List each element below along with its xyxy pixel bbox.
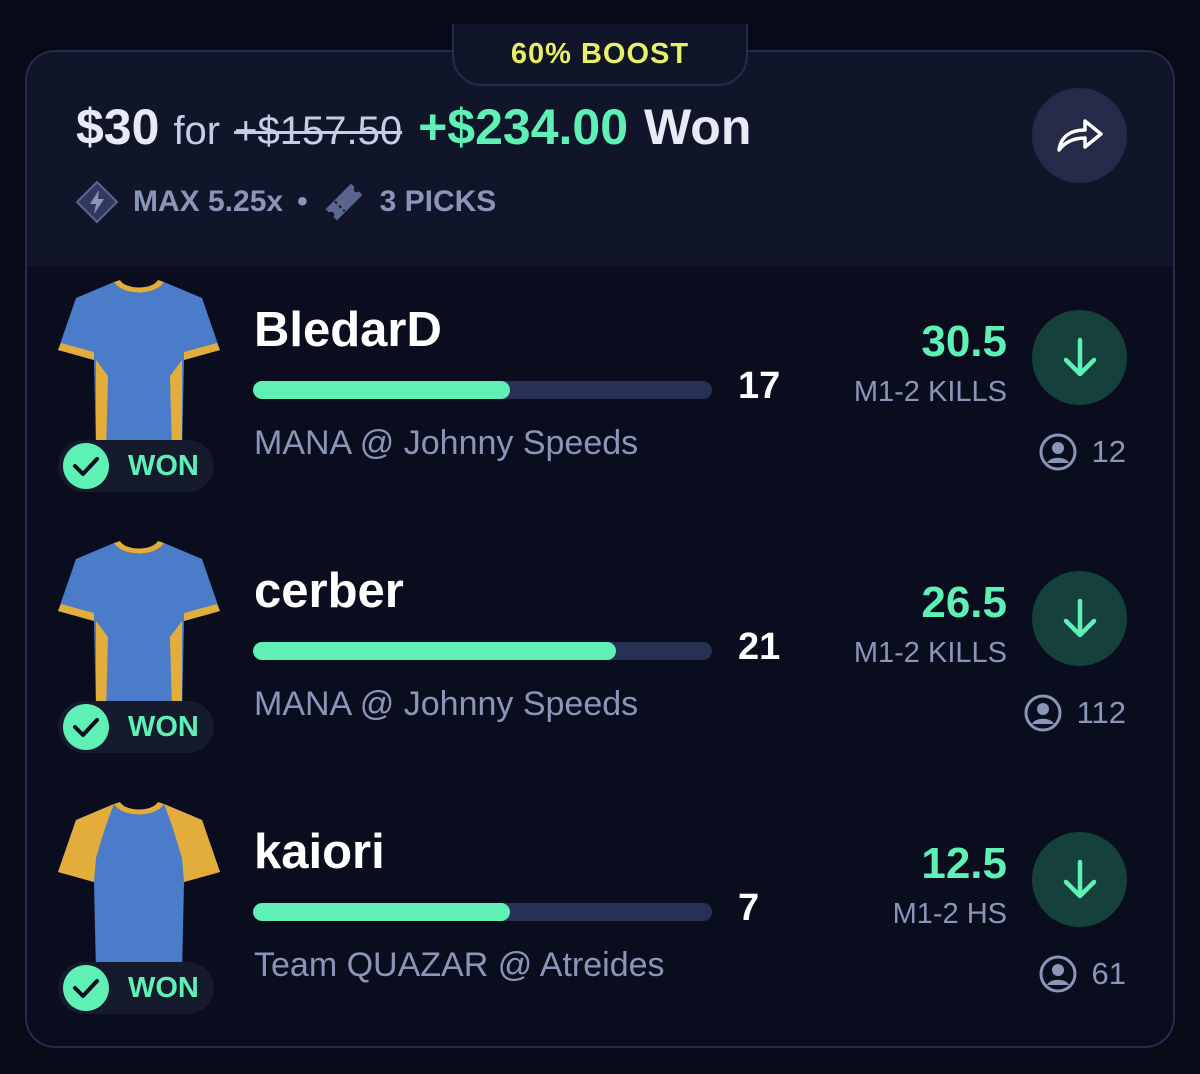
max-multiplier: MAX 5.25x (133, 185, 284, 218)
user-icon (1024, 694, 1062, 732)
progress-bar (253, 642, 712, 660)
original-payout: +$157.50 (234, 109, 403, 153)
share-button[interactable] (1032, 88, 1127, 183)
won-badge: WON (58, 962, 214, 1014)
actual-value: 21 (738, 626, 781, 668)
arrow-down-icon (1063, 337, 1096, 376)
ticket-icon (322, 180, 366, 224)
picks-count: 3 PICKS (379, 185, 497, 218)
matchup: Team QUAZAR @ Atreides (254, 946, 665, 984)
line-value: 12.5 (921, 839, 1007, 888)
won-status: WON (128, 971, 199, 1004)
stake-amount: $30 (76, 99, 160, 155)
user-icon (1039, 955, 1077, 993)
boost-label: 60% BOOST (510, 37, 690, 70)
won-status: WON (128, 710, 199, 743)
users-count: 61 (1038, 954, 1126, 994)
progress-bar (253, 903, 712, 921)
under-button[interactable] (1032, 832, 1127, 927)
users-value: 61 (1091, 956, 1126, 991)
progress-fill (253, 381, 511, 399)
under-button[interactable] (1032, 571, 1127, 666)
stat-label: M1-2 KILLS (853, 376, 1007, 408)
pick-row[interactable]: WON BledarD 17 MANA @ Johnny Speeds 30.5… (0, 276, 1200, 536)
jersey-icon (58, 280, 220, 452)
user-icon (1039, 433, 1077, 471)
arrow-down-icon (1063, 859, 1096, 898)
progress-fill (253, 903, 511, 921)
users-value: 112 (1076, 695, 1126, 730)
for-label: for (173, 109, 221, 153)
users-value: 12 (1091, 434, 1126, 469)
users-count: 112 (1023, 693, 1126, 733)
users-count: 12 (1038, 432, 1126, 472)
line-value: 26.5 (921, 578, 1007, 627)
player-name: BledarD (254, 303, 442, 357)
player-name: cerber (254, 564, 404, 618)
matchup: MANA @ Johnny Speeds (254, 424, 639, 462)
pick-row[interactable]: WON kaiori 7 Team QUAZAR @ Atreides 12.5… (0, 798, 1200, 1058)
lightning-diamond-icon (75, 180, 119, 224)
share-arrow-icon (1056, 118, 1103, 152)
under-button[interactable] (1032, 310, 1127, 405)
jersey-icon (58, 802, 220, 974)
check-icon (63, 965, 109, 1011)
progress-fill (253, 642, 616, 660)
stat-label: M1-2 HS (892, 898, 1007, 930)
entry-title: $30 for +$157.50 +$234.00 Won (76, 98, 751, 168)
jersey-icon (58, 541, 220, 713)
matchup: MANA @ Johnny Speeds (254, 685, 639, 723)
player-name: kaiori (254, 825, 385, 879)
check-icon (63, 443, 109, 489)
entry-meta: MAX 5.25x • 3 PICKS (75, 180, 496, 224)
check-icon (63, 704, 109, 750)
boost-tab: 60% BOOST (452, 24, 748, 86)
won-badge: WON (58, 440, 214, 492)
pick-row[interactable]: WON cerber 21 MANA @ Johnny Speeds 26.5 … (0, 537, 1200, 797)
actual-value: 17 (738, 365, 781, 407)
won-amount: +$234.00 (418, 99, 629, 155)
arrow-down-icon (1063, 598, 1096, 637)
stat-label: M1-2 KILLS (853, 637, 1007, 669)
meta-separator: • (297, 185, 308, 218)
line-value: 30.5 (921, 317, 1007, 366)
won-label: Won (644, 99, 752, 155)
progress-bar (253, 381, 712, 399)
actual-value: 7 (738, 887, 760, 929)
won-status: WON (128, 449, 199, 482)
won-badge: WON (58, 701, 214, 753)
